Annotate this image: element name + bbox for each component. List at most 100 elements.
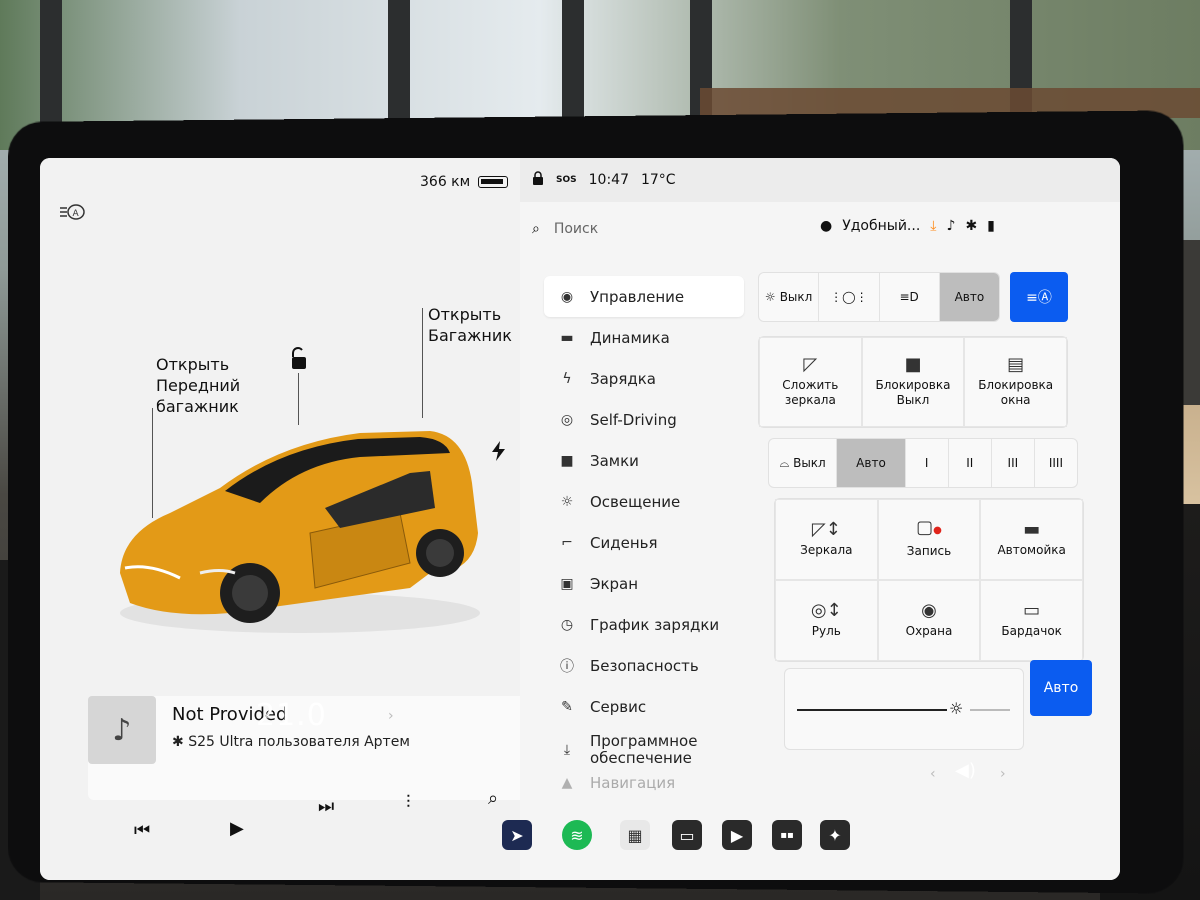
menu-label: Управление bbox=[590, 287, 685, 306]
quick-tiles-row2: ◸↕ Зеркала ▢● Запись ▬ Автомойка ◎↕ Руль ◉ Ох… bbox=[774, 498, 1084, 662]
lights-off-option[interactable]: ☼ Выкл bbox=[759, 273, 820, 321]
mirrors-adjust-tile[interactable]: ◸↕ Зеркала bbox=[775, 499, 878, 580]
lights-selector: ☼ Выкл ⋮◯⋮ ≡D Авто bbox=[758, 272, 1000, 322]
car-wash-icon: ▬ bbox=[1023, 518, 1041, 540]
theater-icon[interactable]: ▶ bbox=[722, 820, 752, 850]
lights-auto-option[interactable]: Авто bbox=[939, 273, 999, 321]
outside-temp: 17°C bbox=[640, 172, 676, 188]
volume-icon[interactable]: ◀) bbox=[955, 760, 976, 781]
download-icon[interactable]: ⤓ bbox=[930, 218, 936, 234]
window-lock-icon: ▤ bbox=[1007, 353, 1025, 375]
open-trunk-label[interactable]: Открыть Багажник bbox=[428, 304, 512, 346]
wipers-off-label: Выкл bbox=[793, 456, 826, 470]
fold-mirrors-label: Сложить зеркала bbox=[782, 377, 839, 407]
wipers-selector: ⌓ Выкл Авто I II III IIII bbox=[768, 438, 1078, 488]
menu-item-software[interactable]: ⤓ Программное обеспечение bbox=[544, 727, 744, 773]
spotify-icon[interactable]: ≋ bbox=[562, 820, 592, 850]
profile-name[interactable]: Удобный... bbox=[842, 218, 920, 234]
slider-fill bbox=[797, 709, 947, 711]
energy-app-icon[interactable]: ▭ bbox=[672, 820, 702, 850]
range-text: 366 км bbox=[420, 174, 471, 190]
wipers-off-option[interactable]: ⌓ Выкл bbox=[769, 439, 838, 487]
background-pillar bbox=[40, 0, 62, 140]
menu-item-locks[interactable]: ■ Замки bbox=[544, 440, 744, 481]
volume-up-icon[interactable]: › bbox=[1000, 766, 1006, 782]
bolt-icon: ϟ bbox=[562, 370, 572, 387]
wrench-icon: ✎ bbox=[561, 698, 573, 715]
menu-item-dynamics[interactable]: ▬ Динамика bbox=[544, 317, 744, 358]
slider-rest bbox=[970, 709, 1010, 711]
next-track-icon[interactable]: ⏭ bbox=[318, 796, 334, 817]
menu-item-service[interactable]: ✎ Сервис bbox=[544, 686, 744, 727]
wiper-speed-label: IIII bbox=[1048, 456, 1063, 470]
temp-down-icon[interactable]: ‹ bbox=[264, 708, 270, 724]
search-media-icon[interactable]: ⌕ bbox=[488, 788, 498, 809]
parking-lights-icon: ⋮◯⋮ bbox=[830, 290, 868, 304]
menu-item-display[interactable]: ▣ Экран bbox=[544, 563, 744, 604]
sentry-mode-label: Охрана bbox=[905, 623, 953, 638]
wipers-auto-option[interactable]: Авто bbox=[837, 439, 906, 487]
sos-button[interactable]: SOS bbox=[556, 175, 577, 185]
bell-icon[interactable]: ♪ bbox=[947, 218, 956, 234]
lights-auto-label: Авто bbox=[954, 290, 985, 304]
brightness-slider[interactable]: ☼ bbox=[784, 668, 1024, 750]
brightness-sun-icon[interactable]: ☼ bbox=[949, 699, 963, 718]
menu-item-seats[interactable]: ⌐ Сиденья bbox=[544, 522, 744, 563]
lock-status-icon[interactable] bbox=[532, 171, 544, 189]
menu-item-charging[interactable]: ϟ Зарядка bbox=[544, 358, 744, 399]
menu-label: Освещение bbox=[590, 492, 681, 511]
menu-item-navigation[interactable]: ▲ Навигация bbox=[544, 773, 744, 793]
apps-grid-icon[interactable]: ▪▪ bbox=[772, 820, 802, 850]
wiper-speed-3[interactable]: III bbox=[992, 439, 1035, 487]
fold-mirrors-tile[interactable]: ◸ Сложить зеркала bbox=[759, 337, 862, 427]
carwash-label: Автомойка bbox=[997, 542, 1066, 557]
menu-item-safety[interactable]: ⓘ Безопасность bbox=[544, 645, 744, 686]
track-source: ✱ S25 Ultra пользователя Артем bbox=[172, 734, 410, 750]
search-input[interactable]: Поиск bbox=[554, 221, 598, 237]
wiper-speed-label: III bbox=[1007, 456, 1019, 470]
toggle-icon: ◉ bbox=[560, 288, 574, 305]
open-front-trunk-label[interactable]: Открыть Передний багажник bbox=[156, 354, 240, 417]
bluetooth-status-icon[interactable]: ✱ bbox=[965, 218, 977, 234]
auto-high-beam-button[interactable]: ≡Ⓐ bbox=[1010, 272, 1068, 322]
menu-item-charge-schedule[interactable]: ◷ График зарядки bbox=[544, 604, 744, 645]
volume-down-icon[interactable]: ‹ bbox=[930, 766, 936, 782]
car-icon: ▬ bbox=[560, 329, 574, 346]
auto-headlight-icon[interactable]: A bbox=[58, 204, 86, 226]
charge-port-icon[interactable] bbox=[492, 441, 506, 465]
camera-record-icon: ▢● bbox=[916, 517, 942, 538]
window-lock-label: Блокировка окна bbox=[978, 377, 1054, 407]
lights-off-label: Выкл bbox=[779, 290, 813, 304]
navigation-app-icon[interactable]: ➤ bbox=[502, 820, 532, 850]
menu-item-controls[interactable]: ◉ Управление bbox=[544, 276, 744, 317]
car-panel: 366 км A Открыть Передний багажник Откры… bbox=[40, 158, 534, 880]
wiper-speed-1[interactable]: I bbox=[906, 439, 949, 487]
wiper-speed-4[interactable]: IIII bbox=[1035, 439, 1077, 487]
menu-item-self-driving[interactable]: ◎ Self-Driving bbox=[544, 399, 744, 440]
toybox-icon[interactable]: ✦ bbox=[820, 820, 850, 850]
dashcam-record-tile[interactable]: ▢● Запись bbox=[877, 499, 981, 580]
child-lock-tile[interactable]: ■ Блокировка Выкл bbox=[861, 337, 965, 427]
window-lock-tile[interactable]: ▤ Блокировка окна bbox=[964, 337, 1067, 427]
search-icon: ⌕ bbox=[532, 221, 540, 237]
seat-icon: ⌐ bbox=[561, 534, 573, 551]
parking-lights-option[interactable]: ⋮◯⋮ bbox=[819, 273, 880, 321]
svg-text:A: A bbox=[73, 209, 80, 219]
sentry-mode-tile[interactable]: ◉ Охрана bbox=[877, 580, 981, 661]
steering-adjust-tile[interactable]: ◎↕ Руль bbox=[775, 580, 878, 661]
menu-item-lighting[interactable]: ☼ Освещение bbox=[544, 481, 744, 522]
user-icon: ● bbox=[820, 218, 833, 234]
steering-wheel-adjust-icon: ◎↕ bbox=[810, 599, 842, 621]
calendar-icon[interactable]: ▦ bbox=[620, 820, 650, 850]
wiper-speed-label: II bbox=[966, 456, 974, 470]
temp-up-icon[interactable]: › bbox=[388, 708, 394, 724]
lock-icon: ■ bbox=[560, 452, 574, 469]
carwash-tile[interactable]: ▬ Автомойка bbox=[980, 499, 1083, 580]
unlock-icon[interactable] bbox=[288, 346, 310, 377]
clock: 10:47 bbox=[588, 172, 629, 188]
brightness-auto-button[interactable]: Авто bbox=[1030, 660, 1092, 716]
glovebox-tile[interactable]: ▭ Бардачок bbox=[980, 580, 1083, 661]
wiper-speed-2[interactable]: II bbox=[949, 439, 992, 487]
equalizer-icon[interactable]: ⫶ bbox=[406, 792, 411, 813]
low-beam-option[interactable]: ≡D bbox=[880, 273, 940, 321]
